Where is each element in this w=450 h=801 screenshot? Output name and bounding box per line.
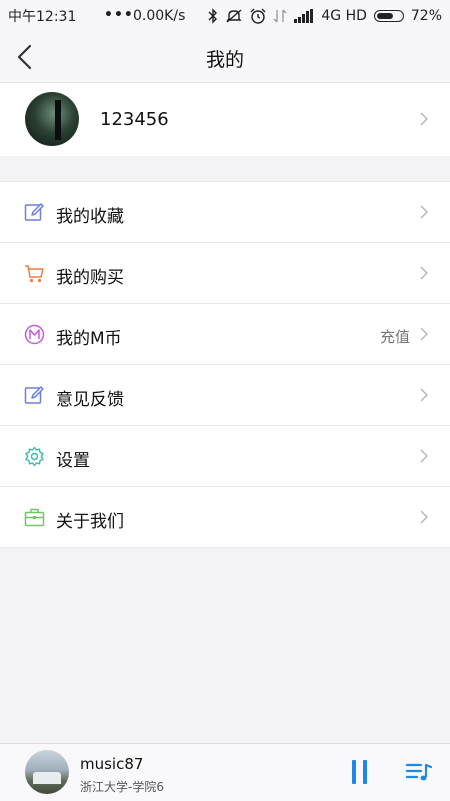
- m-coin-icon: [24, 324, 45, 345]
- menu-item-purchases[interactable]: 我的购买: [0, 243, 450, 304]
- alarm-icon: [250, 8, 266, 24]
- menu-item-about[interactable]: 关于我们: [0, 487, 450, 548]
- menu-item-label: 关于我们: [56, 512, 124, 532]
- menu-item-label: 设置: [56, 451, 90, 471]
- recharge-link[interactable]: 充值: [380, 326, 410, 347]
- battery-percent: 72%: [410, 8, 442, 24]
- profile-row[interactable]: 123456: [0, 83, 450, 156]
- chevron-right-icon: [420, 266, 428, 280]
- gear-icon: [25, 446, 44, 467]
- menu-item-label: 我的M币: [56, 329, 122, 349]
- menu-list: 我的收藏 我的购买 我的M币 充值 意见反馈 设置 关于我们: [0, 181, 450, 548]
- bluetooth-icon: [208, 8, 218, 24]
- playlist-icon[interactable]: [406, 761, 432, 783]
- menu-item-m-coins[interactable]: 我的M币 充值: [0, 304, 450, 365]
- feedback-icon: [24, 386, 44, 404]
- chevron-right-icon: [420, 510, 428, 524]
- network-speed: 0.00K/s: [133, 8, 186, 24]
- app-header: 我的: [0, 32, 450, 83]
- menu-item-label: 意见反馈: [56, 390, 124, 410]
- data-transfer-icon: [273, 9, 287, 23]
- song-artist: 浙江大学-学院6: [80, 780, 164, 794]
- menu-item-label: 我的购买: [56, 268, 124, 288]
- chevron-right-icon: [420, 449, 428, 463]
- pause-button[interactable]: [350, 760, 370, 784]
- battery-icon: [373, 10, 404, 22]
- menu-item-label: 我的收藏: [56, 207, 124, 227]
- pause-icon: [352, 760, 356, 784]
- mini-player[interactable]: music87 浙江大学-学院6: [0, 743, 450, 801]
- chevron-right-icon: [420, 327, 428, 341]
- briefcase-icon: [24, 508, 45, 527]
- cart-icon: [25, 265, 44, 283]
- chevron-right-icon: [420, 388, 428, 402]
- network-type: 4G HD: [321, 8, 367, 24]
- album-cover[interactable]: [25, 750, 69, 794]
- chevron-right-icon: [420, 112, 428, 126]
- signal-icon: [294, 9, 314, 23]
- menu-item-favorites[interactable]: 我的收藏: [0, 182, 450, 243]
- song-title: music87: [80, 755, 144, 773]
- status-time: 中午12:31: [8, 9, 77, 25]
- mute-icon: [226, 9, 243, 23]
- edit-icon: [24, 203, 44, 221]
- menu-item-feedback[interactable]: 意见反馈: [0, 365, 450, 426]
- avatar[interactable]: [25, 92, 79, 146]
- page-title: 我的: [205, 49, 244, 71]
- chevron-right-icon: [420, 205, 428, 219]
- status-bar: 中午12:31 ••• 0.00K/s 4G HD 72%: [0, 0, 450, 32]
- menu-item-settings[interactable]: 设置: [0, 426, 450, 487]
- status-dots: •••: [104, 7, 134, 23]
- username: 123456: [100, 109, 169, 130]
